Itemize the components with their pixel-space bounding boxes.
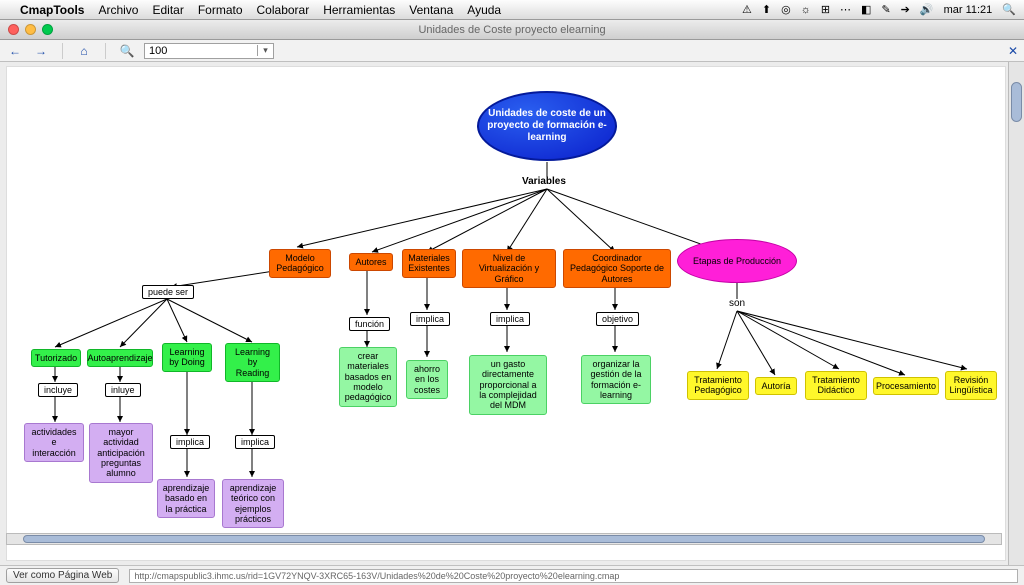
chevron-down-icon[interactable]: ▾ bbox=[257, 45, 273, 56]
stage-revision[interactable]: Revisión Lingüística bbox=[945, 371, 997, 400]
window-title: Unidades de Coste proyecto elearning bbox=[418, 24, 605, 36]
variables-label[interactable]: Variables bbox=[522, 176, 566, 187]
status-grid-icon[interactable]: ⊞ bbox=[821, 3, 830, 16]
node-materiales[interactable]: Materiales Existentes bbox=[402, 249, 456, 278]
menu-editar[interactable]: Editar bbox=[152, 3, 183, 17]
leaf-gasto[interactable]: un gasto directamente proporcional a la … bbox=[469, 355, 547, 415]
node-autoaprendizaje[interactable]: Autoaprendizaje bbox=[87, 349, 153, 367]
status-pen-icon[interactable]: ✎ bbox=[881, 3, 890, 16]
node-etapas-label: Etapas de Producción bbox=[693, 256, 781, 266]
snap-icon[interactable]: ✕ bbox=[1008, 44, 1018, 58]
status-warning-icon[interactable]: ⚠ bbox=[742, 3, 752, 16]
root-node[interactable]: Unidades de coste de un proyecto de form… bbox=[477, 91, 617, 161]
nav-forward-button[interactable]: → bbox=[32, 43, 50, 59]
status-sync-icon[interactable]: ◎ bbox=[781, 3, 791, 16]
url-field[interactable]: http://cmapspublic3.ihmc.us/rid=1GV72YNQ… bbox=[129, 569, 1018, 583]
link-implica-virt[interactable]: implica bbox=[490, 312, 530, 326]
link-son[interactable]: son bbox=[729, 298, 745, 309]
menu-ventana[interactable]: Ventana bbox=[409, 3, 453, 17]
vertical-scrollbar[interactable] bbox=[1008, 62, 1024, 565]
status-display-icon[interactable]: ☼ bbox=[801, 4, 811, 16]
node-virtualizacion[interactable]: Nivel de Virtualización y Gráfico bbox=[462, 249, 556, 288]
home-button[interactable]: ⌂ bbox=[75, 43, 93, 59]
menubar-clock[interactable]: mar 11:21 bbox=[944, 4, 993, 16]
node-learning-reading[interactable]: Learning by Reading bbox=[225, 343, 280, 382]
root-label: Unidades de coste de un proyecto de form… bbox=[479, 108, 615, 144]
node-tutorizado[interactable]: Tutorizado bbox=[31, 349, 81, 367]
scrollbar-thumb[interactable] bbox=[23, 535, 985, 543]
link-funcion[interactable]: función bbox=[349, 317, 390, 331]
node-learning-doing[interactable]: Learning by Doing bbox=[162, 343, 212, 372]
link-objetivo[interactable]: objetivo bbox=[596, 312, 639, 326]
toolbar-divider bbox=[62, 43, 63, 59]
menu-ayuda[interactable]: Ayuda bbox=[467, 3, 501, 17]
leaf-practica[interactable]: aprendizaje basado en la práctica bbox=[157, 479, 215, 518]
menu-archivo[interactable]: Archivo bbox=[98, 3, 138, 17]
menu-herramientas[interactable]: Herramientas bbox=[323, 3, 395, 17]
app-toolbar: ← → ⌂ 🔍 100 ▾ ✕ bbox=[0, 40, 1024, 62]
close-icon[interactable] bbox=[8, 24, 19, 35]
link-puede-ser[interactable]: puede ser bbox=[142, 285, 194, 299]
status-send-icon[interactable]: ➔ bbox=[901, 3, 910, 16]
leaf-organizar[interactable]: organizar la gestión de la formación e-l… bbox=[581, 355, 651, 404]
leaf-actividades[interactable]: actividades e interacción bbox=[24, 423, 84, 462]
canvas-area: Unidades de coste de un proyecto de form… bbox=[0, 62, 1024, 565]
leaf-mayor-actividad[interactable]: mayor actividad anticipación preguntas a… bbox=[89, 423, 153, 483]
view-as-webpage-button[interactable]: Ver como Página Web bbox=[6, 568, 119, 583]
stage-tratamiento-didactico[interactable]: Tratamiento Didáctico bbox=[805, 371, 867, 400]
status-bar: Ver como Página Web http://cmapspublic3.… bbox=[0, 565, 1024, 585]
status-eject-icon[interactable]: ⬆ bbox=[762, 3, 771, 16]
menu-formato[interactable]: Formato bbox=[198, 3, 243, 17]
link-implica-mat[interactable]: implica bbox=[410, 312, 450, 326]
zoom-icon[interactable] bbox=[42, 24, 53, 35]
node-modelo[interactable]: Modelo Pedagógico bbox=[269, 249, 331, 278]
window-traffic-lights[interactable] bbox=[8, 24, 53, 35]
toolbar-divider bbox=[105, 43, 106, 59]
spotlight-icon[interactable]: 🔍 bbox=[1002, 3, 1016, 16]
leaf-ahorro[interactable]: ahorro en los costes bbox=[406, 360, 448, 399]
menu-colaborar[interactable]: Colaborar bbox=[257, 3, 310, 17]
app-menu[interactable]: CmapTools bbox=[20, 3, 84, 17]
nav-back-button[interactable]: ← bbox=[6, 43, 24, 59]
status-more-icon[interactable]: ⋯ bbox=[840, 3, 851, 16]
mac-menubar: CmapTools Archivo Editar Formato Colabor… bbox=[0, 0, 1024, 20]
leaf-teorico[interactable]: aprendizaje teórico con ejemplos práctic… bbox=[222, 479, 284, 528]
node-autores[interactable]: Autores bbox=[349, 253, 393, 271]
status-panel-icon[interactable]: ◧ bbox=[861, 3, 871, 16]
horizontal-scrollbar[interactable] bbox=[6, 533, 1002, 545]
stage-autoria[interactable]: Autoría bbox=[755, 377, 797, 395]
stage-procesamiento[interactable]: Procesamiento bbox=[873, 377, 939, 395]
zoom-combo[interactable]: 100 ▾ bbox=[144, 43, 274, 59]
link-incluye1[interactable]: incluye bbox=[38, 383, 78, 397]
leaf-crear[interactable]: crear materiales basados en modelo pedag… bbox=[339, 347, 397, 407]
node-etapas[interactable]: Etapas de Producción bbox=[677, 239, 797, 283]
link-implica-doing[interactable]: implica bbox=[170, 435, 210, 449]
node-coordinador[interactable]: Coordinador Pedagógico Soporte de Autore… bbox=[563, 249, 671, 288]
zoom-value: 100 bbox=[149, 45, 167, 57]
magnifier-icon[interactable]: 🔍 bbox=[118, 43, 136, 59]
scrollbar-thumb[interactable] bbox=[1011, 82, 1022, 122]
status-volume-icon[interactable]: 🔊 bbox=[920, 3, 934, 16]
minimize-icon[interactable] bbox=[25, 24, 36, 35]
link-implica-reading[interactable]: implica bbox=[235, 435, 275, 449]
url-text: http://cmapspublic3.ihmc.us/rid=1GV72YNQ… bbox=[134, 571, 619, 581]
link-incluye2[interactable]: inluye bbox=[105, 383, 141, 397]
cmap-canvas[interactable]: Unidades de coste de un proyecto de form… bbox=[6, 66, 1006, 561]
window-titlebar: Unidades de Coste proyecto elearning bbox=[0, 20, 1024, 40]
stage-tratamiento-pedagogico[interactable]: Tratamiento Pedagógico bbox=[687, 371, 749, 400]
